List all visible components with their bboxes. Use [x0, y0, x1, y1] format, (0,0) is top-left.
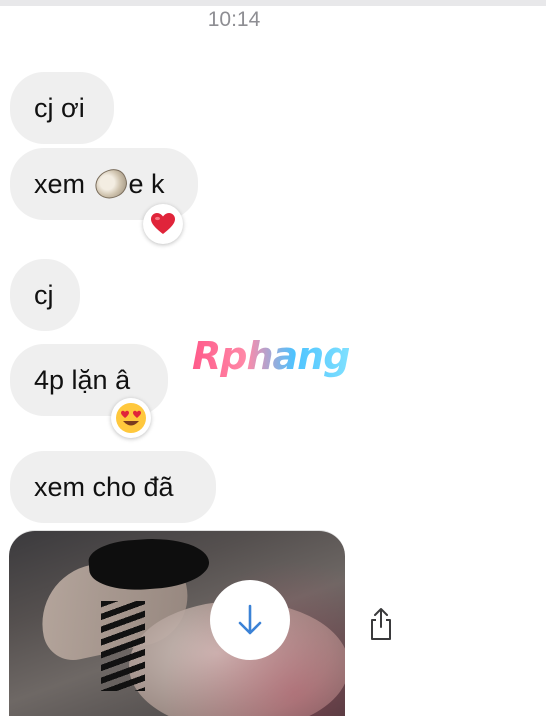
- top-divider: [0, 0, 546, 6]
- message-text: cj: [34, 279, 54, 310]
- message-timestamp: 10:14: [207, 8, 261, 31]
- message-text: xem cho đã: [34, 471, 174, 502]
- message-bubble[interactable]: cj ơi: [10, 72, 114, 144]
- video-message[interactable]: [9, 530, 345, 716]
- download-arrow-icon: [238, 604, 262, 635]
- video-color-overlay: [9, 531, 345, 716]
- message-text: xem: [34, 168, 86, 199]
- message-text: 4p lặn â: [34, 364, 131, 395]
- share-button[interactable]: [366, 604, 396, 644]
- message-text: cj ơi: [34, 92, 85, 123]
- message-bubble[interactable]: cj: [10, 259, 80, 331]
- share-icon: [371, 608, 391, 640]
- heart-eyes-reaction-icon[interactable]: [111, 398, 151, 438]
- message-bubble[interactable]: xem cho đã: [10, 451, 216, 523]
- oyster-emoji-icon: [90, 165, 131, 203]
- heart-reaction-icon[interactable]: [143, 204, 183, 244]
- chat-screen: 10:14 cj ơi xem e k cj 4p lặn â xem cho …: [0, 0, 546, 716]
- watermark-logo: Rphang: [192, 334, 350, 378]
- message-text: e k: [128, 168, 165, 199]
- download-button[interactable]: [210, 580, 290, 660]
